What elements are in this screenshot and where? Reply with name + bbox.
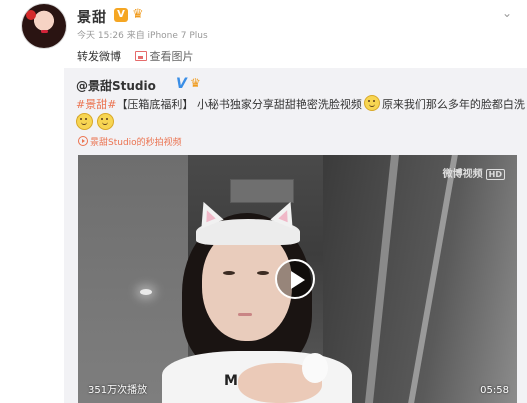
post-actions: 转发微博 查看图片 <box>77 48 194 64</box>
author-avatar[interactable] <box>22 4 66 48</box>
topic-hashtag-link[interactable]: #景甜# <box>76 98 116 111</box>
post-source: 来自 iPhone 7 Plus <box>126 31 208 41</box>
weibo-post: 景甜 V ♛ 今天 15:26 来自 iPhone 7 Plus ⌄ 转发微博 … <box>0 0 527 403</box>
hd-badge: HD <box>485 169 505 180</box>
play-count: 351万次播放 <box>88 385 148 396</box>
video-scene-light <box>140 289 152 295</box>
play-icon[interactable] <box>275 259 315 299</box>
original-post-text: #景甜#【压箱底福利】 小秘书独家分享甜甜艳密洗脸视频 原来我们那么多年的脸都白洗… <box>76 95 526 130</box>
shirt-print: M <box>224 373 238 389</box>
original-author-link[interactable]: @景甜Studio <box>76 77 156 94</box>
post-time: 今天 15:26 <box>77 31 124 41</box>
vip-crown-icon: ♛ <box>190 76 201 90</box>
reposted-weibo-card[interactable]: @景甜Studio V ♛ #景甜#【压箱底福利】 小秘书独家分享甜甜艳密洗脸视… <box>64 68 527 403</box>
video-person-mouth <box>238 313 252 316</box>
post-text-part1: 小秘书独家分享甜甜艳密洗脸视频 <box>196 98 362 111</box>
video-watermark: 微博视频 HD <box>443 165 505 180</box>
video-duration: 05:58 <box>480 385 509 396</box>
picture-icon <box>134 51 147 61</box>
avatar-lips <box>41 30 48 33</box>
video-play-small-icon <box>78 136 88 146</box>
verified-badge-icon: V <box>114 8 128 22</box>
view-picture-link[interactable]: 查看图片 <box>134 50 194 63</box>
smile-emoji-icon <box>363 95 380 111</box>
grin-emoji-icon <box>97 113 114 130</box>
video-source-link[interactable]: 景甜Studio的秒拍视频 <box>78 135 182 148</box>
verified-blue-v-icon: V <box>176 76 187 92</box>
emoji-line <box>74 112 116 131</box>
chevron-down-icon[interactable]: ⌄ <box>499 6 515 20</box>
bracket-tag: 【压箱底福利】 <box>116 98 194 111</box>
video-source-label: 景甜Studio的秒拍视频 <box>90 138 182 148</box>
video-person-eye <box>223 271 235 275</box>
vip-crown-icon: ♛ <box>132 7 144 22</box>
watermark-label: 微博视频 <box>442 169 483 180</box>
view-picture-label: 查看图片 <box>149 50 194 63</box>
repost-label: 转发微博 <box>77 50 121 63</box>
smile-emoji-icon <box>76 113 93 130</box>
video-person-eye <box>257 271 269 275</box>
post-meta: 今天 15:26 来自 iPhone 7 Plus <box>77 28 208 41</box>
video-cotton-pad <box>302 353 328 383</box>
avatar-flower-decoration <box>26 10 36 20</box>
video-player[interactable]: M 微博视频 HD 351万次播放 05:58 <box>78 155 517 403</box>
author-name[interactable]: 景甜 <box>77 7 107 27</box>
